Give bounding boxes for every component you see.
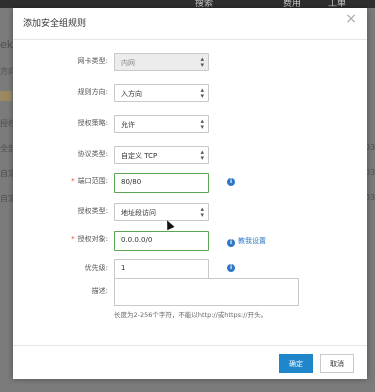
required-mark: * bbox=[71, 177, 75, 185]
required-mark: * bbox=[71, 235, 75, 243]
dialog-title: 添加安全组规则 bbox=[23, 19, 87, 29]
direction-value: 入方向 bbox=[121, 90, 142, 98]
auth-type-value: 地址段访问 bbox=[121, 209, 156, 217]
auth-object-value: 0.0.0.0/0 bbox=[121, 236, 153, 244]
auth-object-input[interactable]: 0.0.0.0/0 bbox=[114, 231, 209, 251]
priority-value: 1 bbox=[121, 264, 126, 272]
select-arrows-icon: ▴ ▾ bbox=[200, 148, 204, 162]
confirm-button[interactable]: 确定 bbox=[279, 354, 313, 373]
description-label: 描述: bbox=[91, 287, 108, 295]
auth-object-label: * 授权对象: bbox=[13, 234, 108, 244]
protocol-select[interactable]: 自定义 TCP ▴ ▾ bbox=[114, 146, 209, 164]
nic-type-select: 内网 ▴ ▾ bbox=[114, 53, 209, 71]
protocol-label: 协议类型: bbox=[77, 150, 108, 158]
priority-input[interactable]: 1 bbox=[114, 259, 209, 279]
add-security-group-rule-dialog: 添加安全组规则 × 网卡类型: 内网 ▴ ▾ 规则方向: 入方向 ▴ ▾ 授权策略:… bbox=[13, 8, 367, 379]
background-topbar: 搜索 费用 工单 bbox=[0, 0, 375, 9]
port-range-label-text: 端口范围: bbox=[77, 177, 108, 185]
nic-type-value: 内网 bbox=[121, 59, 135, 67]
divider bbox=[13, 39, 367, 40]
nic-type-label: 网卡类型: bbox=[77, 57, 108, 65]
divider bbox=[13, 345, 367, 346]
help-setup-link[interactable]: i 教我设置 bbox=[227, 236, 266, 247]
description-textarea[interactable] bbox=[114, 278, 299, 306]
port-range-label: * 端口范围: bbox=[13, 176, 108, 186]
policy-label: 授权策略: bbox=[77, 119, 108, 127]
info-icon: i bbox=[227, 239, 235, 247]
select-arrows-icon: ▴ ▾ bbox=[200, 117, 204, 131]
policy-value: 允许 bbox=[121, 121, 135, 129]
bg-highlight bbox=[0, 91, 12, 101]
auth-type-select[interactable]: 地址段访问 ▴ ▾ bbox=[114, 203, 209, 221]
info-icon[interactable]: i bbox=[227, 264, 235, 272]
priority-label: 优先级: bbox=[84, 264, 108, 272]
policy-select[interactable]: 允许 ▴ ▾ bbox=[114, 115, 209, 133]
port-range-input[interactable]: 80/80 bbox=[114, 173, 209, 193]
select-arrows-icon: ▴ ▾ bbox=[200, 205, 204, 219]
direction-label: 规则方向: bbox=[77, 88, 108, 96]
close-icon[interactable]: × bbox=[345, 11, 357, 27]
select-arrows-icon: ▴ ▾ bbox=[200, 55, 204, 69]
cancel-button[interactable]: 取消 bbox=[320, 354, 354, 373]
auth-type-label: 授权类型: bbox=[77, 207, 108, 215]
select-arrows-icon: ▴ ▾ bbox=[200, 86, 204, 100]
description-hint: 长度为2-256个字符，不能以http://或https://开头。 bbox=[114, 311, 268, 319]
help-setup-link-text: 教我设置 bbox=[238, 237, 266, 245]
protocol-value: 自定义 TCP bbox=[121, 152, 158, 160]
direction-select[interactable]: 入方向 ▴ ▾ bbox=[114, 84, 209, 102]
auth-object-label-text: 授权对象: bbox=[77, 235, 108, 243]
port-range-value: 80/80 bbox=[121, 178, 142, 186]
info-icon[interactable]: i bbox=[227, 178, 235, 186]
